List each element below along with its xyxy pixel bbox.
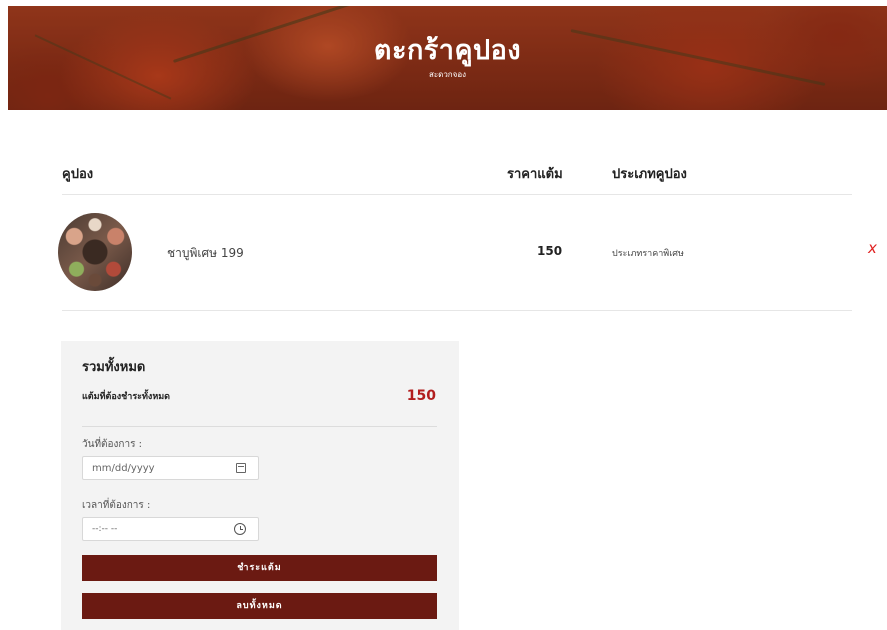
date-placeholder: mm/dd/yyyy: [92, 463, 155, 474]
column-header-type: ประเภทคูปอง: [612, 167, 687, 182]
time-label: เวลาที่ต้องการ :: [82, 500, 151, 511]
page-title: ตะกร้าคูปอง: [373, 35, 522, 66]
time-placeholder: --:-- --: [92, 524, 118, 534]
date-label: วันที่ต้องการ :: [82, 439, 143, 450]
divider: [62, 310, 852, 311]
column-header-price: ราคาแต้ม: [507, 167, 563, 182]
calendar-icon[interactable]: [236, 463, 246, 473]
cart-table-header: คูปอง ราคาแต้ม ประเภทคูปอง: [62, 163, 887, 183]
clear-all-button[interactable]: ลบทั้งหมด: [82, 593, 437, 619]
remove-item-button[interactable]: x: [868, 241, 877, 256]
divider: [82, 426, 437, 427]
hero-banner: ตะกร้าคูปอง สะดวกจอง: [8, 6, 887, 110]
column-header-coupon: คูปอง: [62, 167, 94, 182]
table-row: ชาบูพิเศษ 199 150 ประเภทราคาพิเศษ x: [58, 211, 887, 295]
coupon-thumbnail: [58, 213, 132, 291]
coupon-type: ประเภทราคาพิเศษ: [612, 249, 684, 259]
date-input[interactable]: mm/dd/yyyy: [82, 456, 259, 480]
clock-icon[interactable]: [234, 523, 246, 535]
divider: [62, 194, 852, 195]
coupon-name: ชาบูพิเศษ 199: [167, 246, 244, 260]
coupon-price: 150: [537, 244, 563, 258]
time-input[interactable]: --:-- --: [82, 517, 259, 541]
pay-points-button[interactable]: ชำระแต้ม: [82, 555, 437, 581]
summary-title: รวมทั้งหมด: [82, 360, 146, 375]
summary-panel: รวมทั้งหมด แต้มที่ต้องชำระทั้งหมด 150 วั…: [61, 341, 459, 630]
page-subtitle: สะดวกจอง: [428, 70, 467, 79]
total-points-value: 150: [406, 388, 436, 404]
total-points-label: แต้มที่ต้องชำระทั้งหมด: [82, 392, 171, 402]
